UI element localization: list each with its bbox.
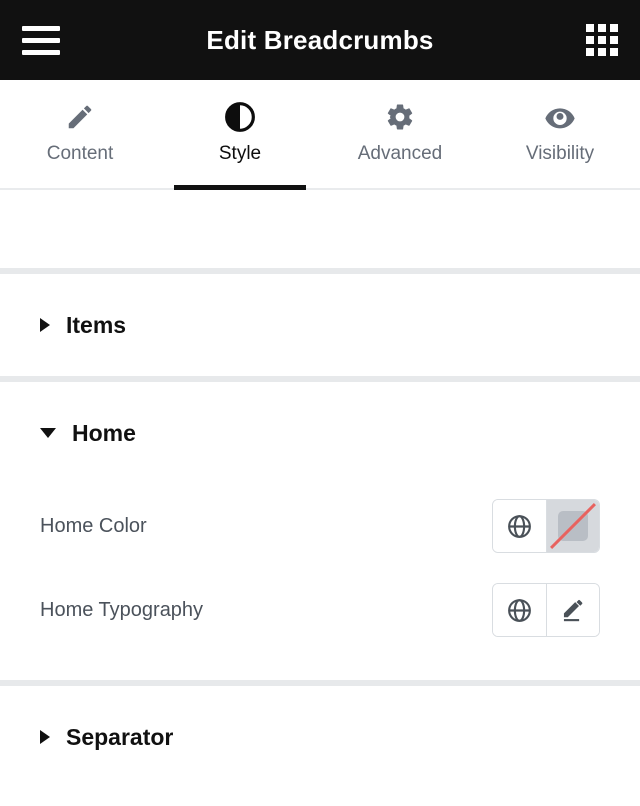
tab-label: Content bbox=[46, 143, 114, 164]
tab-visibility[interactable]: Visibility bbox=[480, 80, 640, 188]
page-title: Edit Breadcrumbs bbox=[206, 24, 434, 55]
control-home-typography: Home Typography bbox=[40, 568, 600, 652]
home-color-control-group bbox=[492, 499, 600, 553]
chevron-right-icon bbox=[40, 730, 50, 744]
home-typography-control-group bbox=[492, 583, 600, 637]
app-header: Edit Breadcrumbs bbox=[0, 0, 640, 80]
control-label: Home Typography bbox=[40, 598, 204, 621]
contrast-icon bbox=[224, 100, 256, 134]
tab-label: Visibility bbox=[525, 143, 595, 164]
section-home-body: Home Color Home Typography bbox=[0, 484, 640, 680]
section-title: Separator bbox=[66, 723, 174, 750]
tab-bar: Content Style Advanced Visibility bbox=[0, 80, 640, 190]
section-home: Home Home Color Home Typography bbox=[0, 382, 640, 680]
section-title: Items bbox=[66, 311, 127, 338]
no-color-swatch-button[interactable] bbox=[546, 500, 599, 552]
tab-active-underline bbox=[174, 185, 306, 190]
control-label: Home Color bbox=[40, 514, 147, 537]
section-separator: Separator bbox=[0, 686, 640, 788]
section-separator-header[interactable]: Separator bbox=[0, 686, 640, 788]
edit-pencil-icon-button[interactable] bbox=[546, 584, 599, 636]
section-home-header[interactable]: Home bbox=[0, 382, 640, 484]
pencil-icon bbox=[65, 100, 95, 134]
settings-panel: Items Home Home Color Home Typography Se… bbox=[0, 190, 640, 806]
chevron-down-icon bbox=[40, 428, 56, 438]
section-items-header[interactable]: Items bbox=[0, 274, 640, 376]
globe-icon-button[interactable] bbox=[493, 584, 546, 636]
tab-style[interactable]: Style bbox=[160, 80, 320, 190]
control-home-color: Home Color bbox=[40, 484, 600, 568]
no-color-slash-icon bbox=[550, 503, 596, 549]
eye-icon bbox=[544, 100, 576, 134]
globe-icon-button[interactable] bbox=[493, 500, 546, 552]
edit-breadcrumbs-panel: Edit Breadcrumbs Content Style Advanced … bbox=[0, 0, 640, 806]
gear-icon bbox=[385, 100, 415, 134]
section-items: Items bbox=[0, 274, 640, 376]
tab-label: Advanced bbox=[357, 143, 443, 164]
tab-advanced[interactable]: Advanced bbox=[320, 80, 480, 188]
panel-top-spacer bbox=[0, 190, 640, 268]
apps-grid-icon[interactable] bbox=[586, 24, 618, 56]
section-title: Home bbox=[72, 419, 136, 446]
tab-content[interactable]: Content bbox=[0, 80, 160, 188]
chevron-right-icon bbox=[40, 318, 50, 332]
tab-label: Style bbox=[218, 143, 262, 164]
hamburger-menu-icon[interactable] bbox=[22, 23, 62, 57]
